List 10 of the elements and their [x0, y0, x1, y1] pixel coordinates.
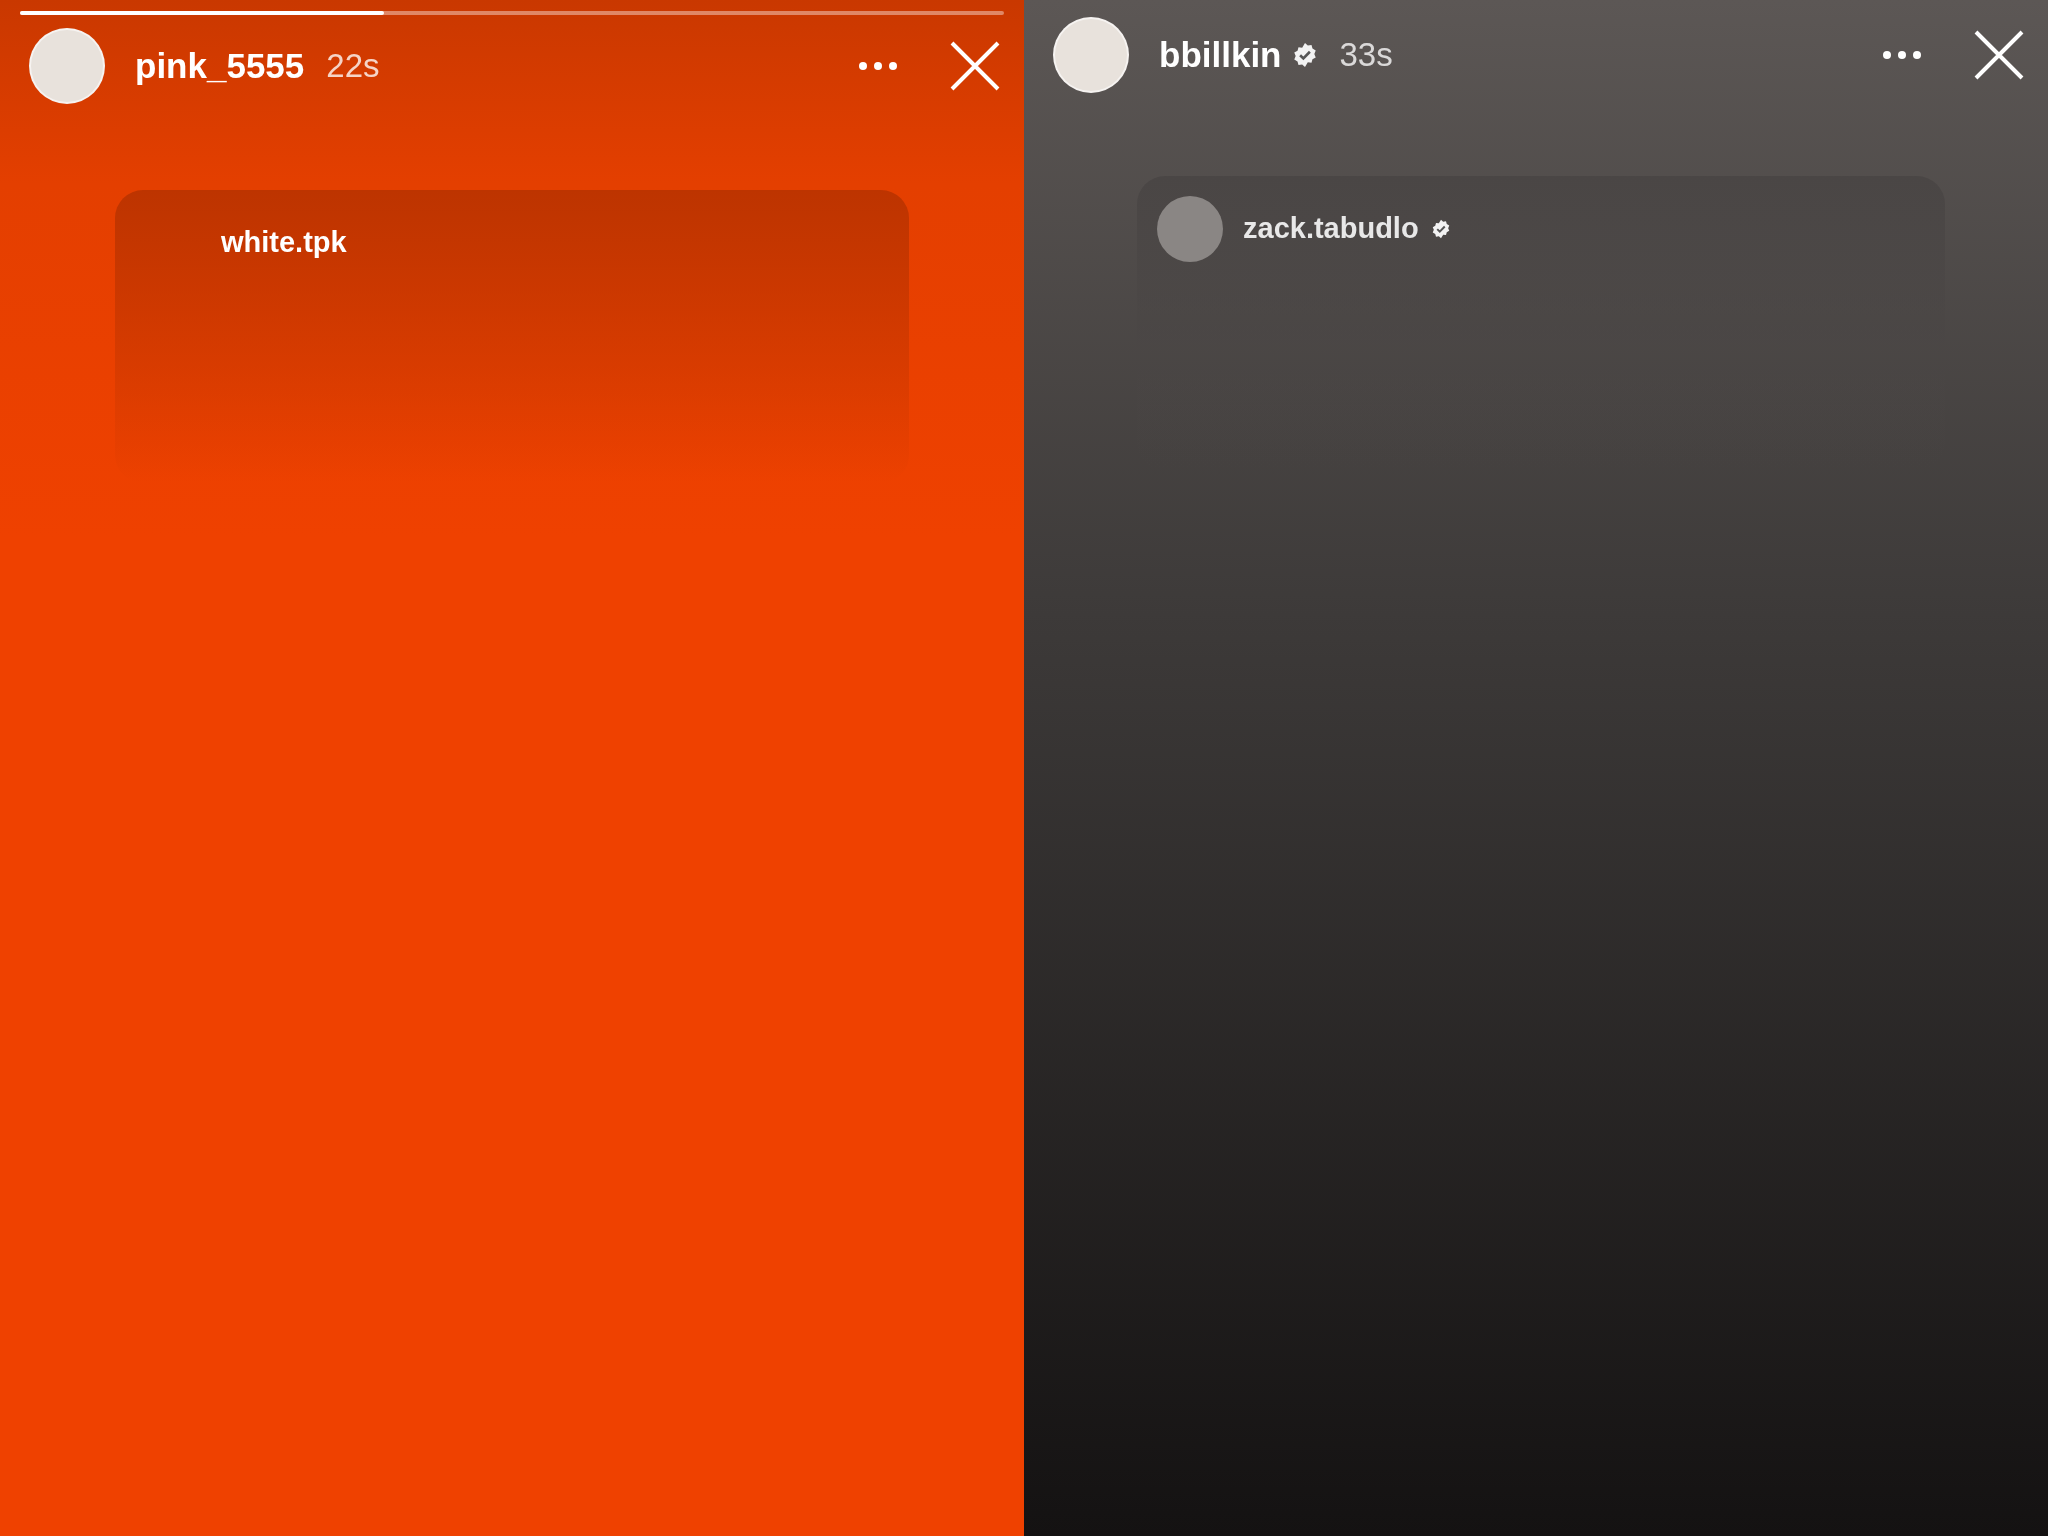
post-author-username: white.tpk	[221, 225, 347, 261]
post-time: 22s	[326, 46, 380, 87]
more-options-icon[interactable]	[1882, 50, 1922, 60]
close-icon[interactable]	[1974, 30, 2024, 80]
username[interactable]: pink_5555	[135, 39, 305, 93]
more-options-icon[interactable]	[858, 61, 898, 71]
close-icon[interactable]	[950, 41, 1000, 91]
post-author-username: zack.tabudlo	[1243, 211, 1419, 247]
username[interactable]: bbillkin	[1159, 28, 1282, 82]
post-time: 33s	[1339, 35, 1393, 76]
